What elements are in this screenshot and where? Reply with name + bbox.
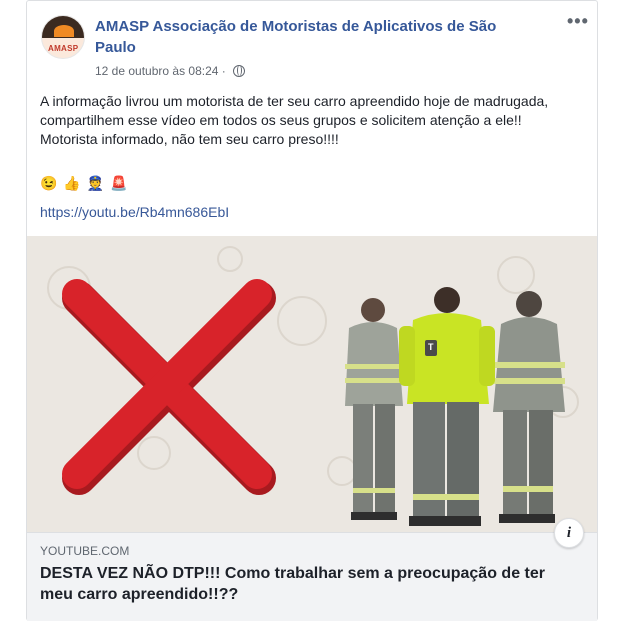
post-message: A informação livrou um motorista de ter … [40,92,580,149]
red-x-icon [62,279,276,495]
link-preview-footer[interactable]: YOUTUBE.COM DESTA VEZ NÃO DTP!!! Como tr… [27,532,597,621]
more-options-icon[interactable]: ••• [567,11,589,32]
facebook-post-card: AMASP AMASP Associação de Motoristas de … [26,0,598,621]
post-link[interactable]: https://youtu.be/Rb4mn686EbI [40,204,229,220]
siren-emoji-icon: 🚨 [109,175,128,191]
emoji-row: 😉 👍 👮 🚨 [40,175,129,192]
page-name-link[interactable]: AMASP Associação de Motoristas de Aplica… [95,16,535,58]
post-message-line: Motorista informado, não tem seu carro p… [40,131,339,147]
link-domain: YOUTUBE.COM [40,544,130,558]
wink-emoji-icon: 😉 [40,175,58,191]
police-officer-emoji-icon: 👮 [86,175,105,191]
worker-left [345,298,403,520]
thumbnail-art [62,279,565,526]
page-avatar[interactable]: AMASP [41,15,85,59]
post-timestamp[interactable]: 12 de outubro às 08:24 · [95,64,226,78]
post-meta: 12 de outubro às 08:24 · [95,64,246,78]
worker-center [399,287,495,526]
video-thumbnail[interactable]: T [27,236,597,532]
link-title[interactable]: DESTA VEZ NÃO DTP!!! Como trabalhar sem … [40,563,580,605]
avatar-logo-wing [54,25,74,37]
worker-right [493,291,565,523]
worker-vest-logo: T [428,342,434,352]
avatar-logo-text: AMASP [48,44,79,53]
thumbs-up-emoji-icon: 👍 [63,175,81,191]
globe-icon [233,65,246,77]
post-message-line: A informação livrou um motorista de ter … [40,93,549,128]
info-icon[interactable]: i [554,518,584,548]
